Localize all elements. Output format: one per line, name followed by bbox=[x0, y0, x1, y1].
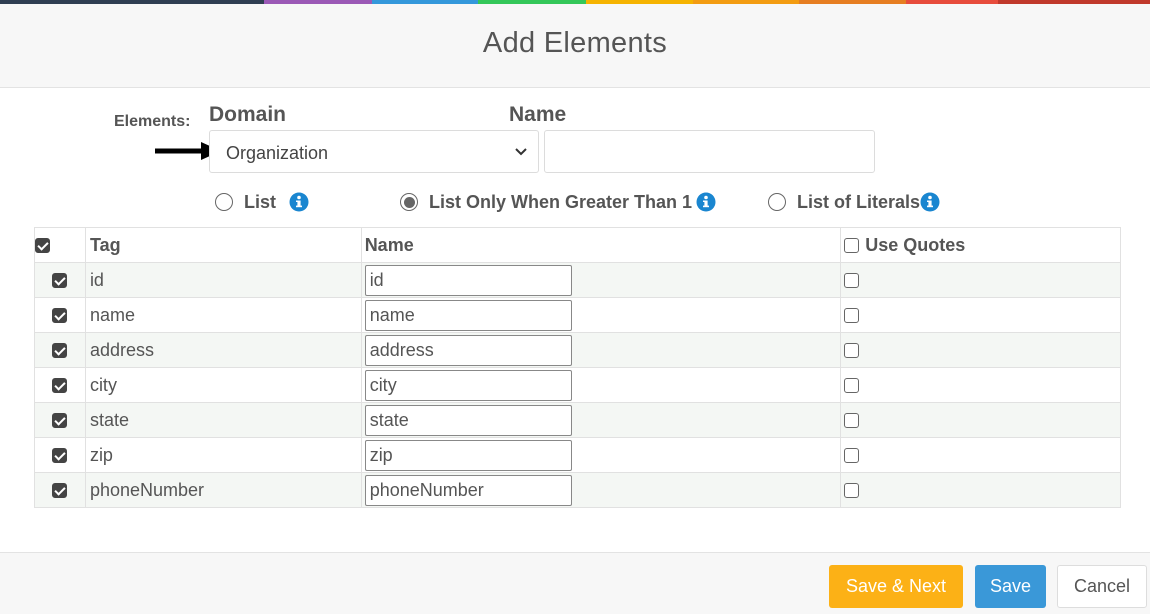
name-label: Name bbox=[509, 103, 567, 126]
info-icon[interactable] bbox=[920, 192, 940, 212]
row-select-cell bbox=[34, 367, 86, 403]
table-row: address bbox=[34, 332, 1121, 368]
row-name-cell bbox=[360, 437, 842, 473]
radio-list-literals-label: List of Literals bbox=[797, 191, 921, 212]
row-tag-cell: zip bbox=[84, 437, 362, 473]
use-quotes-column-header: Use Quotes bbox=[840, 227, 1121, 263]
row-quote-cell bbox=[840, 332, 1121, 368]
row-tag: state bbox=[89, 409, 129, 430]
table-row: zip bbox=[34, 437, 1121, 473]
table-row: name bbox=[34, 297, 1121, 333]
radio-list[interactable]: List bbox=[215, 189, 309, 215]
row-use-quotes-checkbox[interactable] bbox=[844, 273, 860, 289]
table-row: city bbox=[34, 367, 1121, 403]
radio-list-literals-button[interactable] bbox=[768, 193, 786, 211]
row-name-input[interactable] bbox=[364, 299, 572, 331]
row-tag: zip bbox=[89, 444, 113, 465]
row-tag-cell: phoneNumber bbox=[84, 472, 362, 508]
row-select-cell bbox=[34, 297, 86, 333]
row-tag-cell: address bbox=[84, 332, 362, 368]
row-use-quotes-checkbox[interactable] bbox=[844, 448, 860, 464]
chevron-down-icon bbox=[515, 148, 527, 156]
radio-list-gt1-label: List Only When Greater Than 1 bbox=[429, 191, 693, 212]
domain-select-value: Organization bbox=[226, 143, 329, 163]
name-column-header: Name bbox=[360, 227, 842, 263]
table-row: state bbox=[34, 402, 1121, 438]
row-name-input[interactable] bbox=[364, 369, 572, 401]
row-select-checkbox[interactable] bbox=[52, 448, 68, 464]
select-all-cell bbox=[34, 227, 86, 263]
save-and-next-button[interactable]: Save & Next bbox=[829, 565, 963, 608]
domain-select[interactable]: Organization bbox=[209, 130, 539, 173]
row-use-quotes-checkbox[interactable] bbox=[844, 308, 860, 324]
row-tag: id bbox=[89, 269, 104, 290]
radio-list-gt1[interactable]: List Only When Greater Than 1 bbox=[400, 189, 716, 215]
row-name-cell bbox=[360, 472, 842, 508]
row-tag: phoneNumber bbox=[89, 479, 205, 500]
elements-table: Tag Name Use Quotes id name address city sta… bbox=[34, 227, 1121, 508]
table-header-row: Tag Name Use Quotes bbox=[34, 227, 1121, 263]
row-select-checkbox[interactable] bbox=[52, 273, 68, 289]
row-name-input[interactable] bbox=[364, 439, 572, 471]
row-name-input[interactable] bbox=[364, 264, 572, 296]
row-tag-cell: id bbox=[84, 262, 362, 298]
row-use-quotes-checkbox[interactable] bbox=[844, 483, 860, 499]
row-name-cell bbox=[360, 367, 842, 403]
row-select-checkbox[interactable] bbox=[52, 413, 68, 429]
info-icon[interactable] bbox=[289, 192, 309, 212]
row-use-quotes-checkbox[interactable] bbox=[844, 343, 860, 359]
tag-column-header: Tag bbox=[84, 227, 362, 263]
row-use-quotes-checkbox[interactable] bbox=[844, 378, 860, 394]
row-quote-cell bbox=[840, 402, 1121, 438]
radio-list-label: List bbox=[244, 191, 277, 212]
info-icon[interactable] bbox=[696, 192, 716, 212]
row-quote-cell bbox=[840, 297, 1121, 333]
row-use-quotes-checkbox[interactable] bbox=[844, 413, 860, 429]
row-select-checkbox[interactable] bbox=[52, 308, 68, 324]
element-name-input[interactable] bbox=[544, 130, 875, 173]
row-tag: city bbox=[89, 374, 117, 395]
row-tag-cell: city bbox=[84, 367, 362, 403]
table-row: phoneNumber bbox=[34, 472, 1121, 508]
row-select-checkbox[interactable] bbox=[52, 378, 68, 394]
dialog-header: Add Elements bbox=[0, 4, 1150, 88]
row-name-cell bbox=[360, 332, 842, 368]
row-select-checkbox[interactable] bbox=[52, 343, 68, 359]
domain-label: Domain bbox=[209, 103, 287, 126]
row-tag-cell: name bbox=[84, 297, 362, 333]
row-quote-cell bbox=[840, 437, 1121, 473]
row-name-input[interactable] bbox=[364, 474, 572, 506]
use-quotes-header-label: Use Quotes bbox=[865, 234, 966, 255]
cancel-button[interactable]: Cancel bbox=[1057, 565, 1147, 608]
row-select-checkbox[interactable] bbox=[52, 483, 68, 499]
radio-list-gt1-button[interactable] bbox=[400, 193, 418, 211]
table-row: id bbox=[34, 262, 1121, 298]
row-select-cell bbox=[34, 472, 86, 508]
radio-selected-dot bbox=[403, 196, 415, 208]
dialog-title: Add Elements bbox=[482, 27, 668, 59]
row-quote-cell bbox=[840, 262, 1121, 298]
save-button[interactable]: Save bbox=[975, 565, 1046, 608]
select-all-checkbox[interactable] bbox=[35, 238, 50, 254]
row-name-cell bbox=[360, 297, 842, 333]
row-tag: name bbox=[89, 304, 135, 325]
row-name-cell bbox=[360, 402, 842, 438]
row-select-cell bbox=[34, 332, 86, 368]
row-name-cell bbox=[360, 262, 842, 298]
radio-list-literals[interactable]: List of Literals bbox=[768, 189, 940, 215]
use-quotes-all-checkbox[interactable] bbox=[844, 237, 860, 253]
row-select-cell bbox=[34, 262, 86, 298]
row-tag-cell: state bbox=[84, 402, 362, 438]
row-name-input[interactable] bbox=[364, 334, 572, 366]
row-tag: address bbox=[89, 339, 154, 360]
row-name-input[interactable] bbox=[364, 404, 572, 436]
row-select-cell bbox=[34, 437, 86, 473]
elements-label: Elements: bbox=[114, 113, 191, 130]
row-quote-cell bbox=[840, 472, 1121, 508]
radio-list-button[interactable] bbox=[215, 193, 233, 211]
row-select-cell bbox=[34, 402, 86, 438]
row-quote-cell bbox=[840, 367, 1121, 403]
